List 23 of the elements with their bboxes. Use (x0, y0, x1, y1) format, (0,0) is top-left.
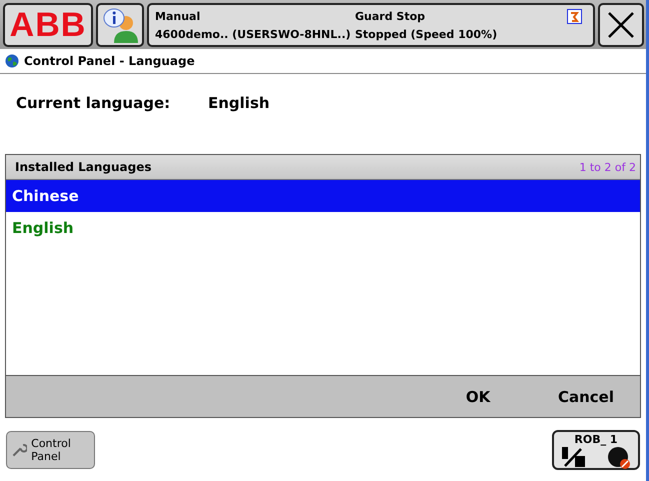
control-panel-task[interactable]: Control Panel (6, 430, 95, 468)
ok-button[interactable]: OK (424, 376, 532, 417)
close-icon (607, 11, 635, 39)
cancel-button[interactable]: Cancel (532, 376, 640, 417)
mode-text: Manual (155, 10, 202, 23)
current-language-label: Current language: (16, 94, 172, 112)
robot-button[interactable]: ROB_ 1 (552, 430, 640, 470)
close-button[interactable] (598, 3, 644, 47)
language-item[interactable]: English (6, 212, 640, 244)
status-panel[interactable]: Manual Guard Stop 4600demo.. (USERSWO-8HNL..) Stopped (Speed 100%) (147, 3, 595, 47)
language-item[interactable]: Chinese (6, 180, 640, 212)
system-text: 4600demo.. (USERSWO-8HNL..) (155, 28, 352, 41)
person-info-icon (102, 7, 138, 43)
speed-text: Stopped (Speed 100%) (355, 28, 498, 41)
motor-off-icon (607, 446, 631, 470)
item-count: 1 to 2 of 2 (579, 160, 637, 174)
page-title: Control Panel - Language (24, 54, 195, 68)
current-language-value: English (208, 94, 270, 112)
fraction-icon (561, 446, 587, 468)
header-text: Installed Languages (15, 160, 152, 174)
state-text: Guard Stop (355, 10, 426, 23)
globe-icon (5, 54, 19, 68)
info-button[interactable] (96, 3, 144, 47)
